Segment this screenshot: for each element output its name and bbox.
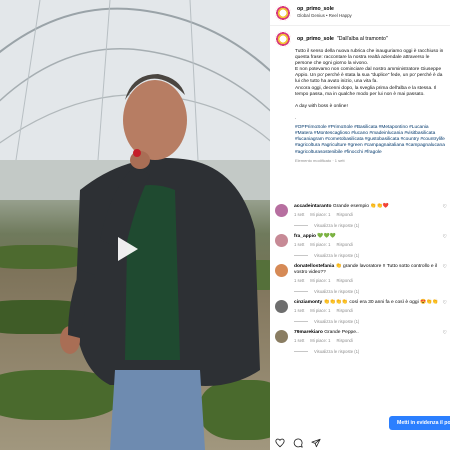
caption-username[interactable]: op_primo_sole <box>297 36 334 42</box>
commenter-avatar[interactable] <box>275 330 288 343</box>
man-eating-strawberry <box>60 74 260 450</box>
comment-likes[interactable]: Mi piace: 1 <box>310 278 330 283</box>
caption-avatar[interactable] <box>275 31 291 47</box>
view-replies-link[interactable]: Visualizza le risposte (1) <box>294 319 439 324</box>
comment-like-heart-icon[interactable]: ♡ <box>439 234 447 258</box>
caption-text: Tutto il senso della nuova rubrica che i… <box>295 49 444 122</box>
heart-icon[interactable] <box>275 438 285 448</box>
comment-reply-button[interactable]: Rispondi <box>337 278 353 283</box>
post-header: op_primo_sole Global Genius • Reel Happy <box>270 0 450 26</box>
comment-username[interactable]: accadeintaranto <box>294 204 332 209</box>
comment-text: 👏👏👏👏 così era 30 anni fa e così è oggi 😍… <box>323 300 439 305</box>
comment-time: 1 sett <box>294 242 305 247</box>
comment-reply-button[interactable]: Rispondi <box>337 308 353 313</box>
commenter-avatar[interactable] <box>275 204 288 217</box>
commenter-avatar[interactable] <box>275 300 288 313</box>
comment-likes[interactable]: Mi piace: 1 <box>310 242 330 247</box>
caption-title: "Dall'alba al tramonto" <box>336 36 388 42</box>
comment-username[interactable]: fra_appio <box>294 234 316 239</box>
comments-list: accadeintaranto Grande esempio 👏👏❤️ 1 se… <box>275 204 447 360</box>
play-button[interactable] <box>110 233 142 265</box>
comment-item: accadeintaranto Grande esempio 👏👏❤️ 1 se… <box>275 204 447 228</box>
comment-text: 💚💚💚 <box>317 234 336 239</box>
commenter-avatar[interactable] <box>275 264 288 277</box>
view-replies-link[interactable]: Visualizza le risposte (1) <box>294 253 439 258</box>
comment-reply-button[interactable]: Rispondi <box>337 212 353 217</box>
caption-edited-meta: Elemento modificato · 1 sett <box>295 157 345 163</box>
comment-item: fra_appio 💚💚💚 1 sett Mi piace: 1 Rispondi … <box>275 234 447 258</box>
comment-likes[interactable]: Mi piace: 1 <box>310 308 330 313</box>
boost-post-button[interactable]: Metti in evidenza il post <box>389 416 450 430</box>
comment-like-heart-icon[interactable]: ♡ <box>439 330 447 354</box>
comment-item: cinziamonty 👏👏👏👏 così era 30 anni fa e c… <box>275 300 447 324</box>
comment-username[interactable]: cinziamonty <box>294 300 322 305</box>
post-sidebar: op_primo_sole Global Genius • Reel Happy… <box>270 0 450 450</box>
comment-item: donatellostefania 👏 grande lavoratore !!… <box>275 264 447 294</box>
comment-time: 1 sett <box>294 338 305 343</box>
commenter-avatar[interactable] <box>275 234 288 247</box>
comment-likes[interactable]: Mi piace: 1 <box>310 338 330 343</box>
view-replies-link[interactable]: Visualizza le risposte (1) <box>294 349 439 354</box>
comment-item: 79marekiaro Grande Peppe.. 1 sett Mi piac… <box>275 330 447 354</box>
comment-time: 1 sett <box>294 308 305 313</box>
caption-hashtags[interactable]: #OPPrimoSole #PrimoSole #Basilicata #Met… <box>295 125 447 155</box>
comment-time: 1 sett <box>294 278 305 283</box>
comment-text: Grande Peppe.. <box>324 330 359 335</box>
play-icon <box>118 237 138 261</box>
comment-time: 1 sett <box>294 212 305 217</box>
comment-text: Grande esempio 👏👏❤️ <box>332 204 389 209</box>
comment-username[interactable]: donatellostefania <box>294 264 334 269</box>
comment-like-heart-icon[interactable]: ♡ <box>439 300 447 324</box>
post-actions-bar <box>275 438 321 448</box>
view-replies-link[interactable]: Visualizza le risposte (1) <box>294 223 439 228</box>
comment-reply-button[interactable]: Rispondi <box>337 338 353 343</box>
audio-subtitle[interactable]: Global Genius • Reel Happy <box>297 13 352 18</box>
post-caption: op_primo_sole "Dall'alba al tramonto" Tu… <box>275 31 447 163</box>
comment-like-heart-icon[interactable]: ♡ <box>439 264 447 294</box>
comment-likes[interactable]: Mi piace: 1 <box>310 212 330 217</box>
view-replies-link[interactable]: Visualizza le risposte (1) <box>294 289 439 294</box>
comment-like-heart-icon[interactable]: ♡ <box>439 204 447 228</box>
send-icon[interactable] <box>311 438 321 448</box>
comment-reply-button[interactable]: Rispondi <box>337 242 353 247</box>
comment-username[interactable]: 79marekiaro <box>294 330 323 335</box>
post-video[interactable] <box>0 0 270 450</box>
account-avatar[interactable] <box>275 4 291 21</box>
comment-icon[interactable] <box>293 438 303 448</box>
